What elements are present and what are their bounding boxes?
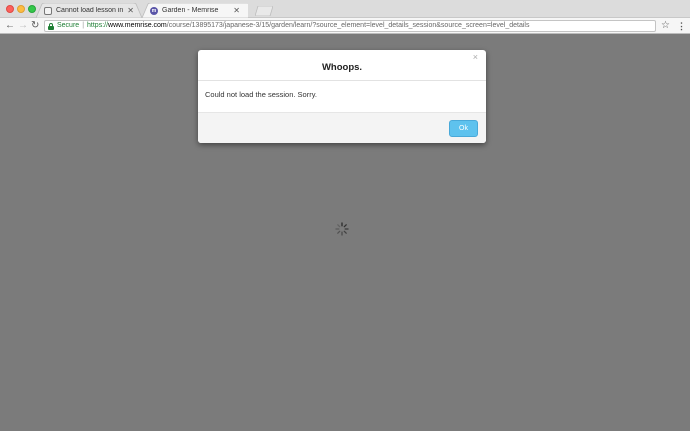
window-zoom-button[interactable] (28, 5, 36, 13)
forward-arrow-icon[interactable]: → (18, 19, 28, 33)
reload-icon[interactable]: ↻ (31, 19, 39, 33)
tab-garden-memrise[interactable]: m Garden - Memrise ✕ (142, 3, 248, 18)
bookmark-star-icon[interactable]: ☆ (661, 19, 670, 33)
menu-kebab-icon[interactable]: ⋮ (677, 20, 686, 32)
dialog-header: Whoops. × (198, 50, 486, 81)
url-separator: | (82, 22, 85, 29)
chat-bubble-icon (44, 6, 52, 15)
back-arrow-icon[interactable]: ← (5, 19, 15, 33)
secure-label: Secure (57, 22, 80, 29)
url-path: /course/13895173/japanese-3/15/garden/le… (166, 22, 530, 29)
ok-button[interactable]: Ok (449, 120, 478, 137)
url-scheme: https:// (87, 22, 109, 29)
new-tab-button[interactable] (255, 6, 273, 16)
error-dialog: Whoops. × Could not load the session. So… (198, 50, 486, 143)
window-minimize-button[interactable] (17, 5, 25, 13)
tab-close-icon[interactable]: ✕ (233, 6, 240, 15)
window-close-button[interactable] (6, 5, 14, 13)
dialog-footer: Ok (198, 112, 486, 143)
close-icon[interactable]: × (473, 52, 478, 62)
address-bar[interactable]: Secure | https:// www.memrise.com /cours… (44, 20, 656, 32)
tab-cannot-load-lesson[interactable]: Cannot load lesson in Japane ✕ (36, 3, 142, 18)
tab-close-icon[interactable]: ✕ (127, 6, 134, 15)
loading-spinner-icon (335, 222, 349, 236)
memrise-icon: m (150, 6, 158, 15)
dialog-title: Whoops. (321, 62, 363, 73)
browser-toolbar: ← → ↻ Secure | https:// www.memrise.com … (0, 18, 690, 34)
tab-title: Cannot load lesson in Japane (56, 7, 124, 14)
tab-bar: Cannot load lesson in Japane ✕ m Garden … (0, 0, 690, 18)
url-host: www.memrise.com (108, 22, 167, 29)
tab-title: Garden - Memrise (162, 7, 219, 14)
lock-icon (48, 22, 54, 30)
